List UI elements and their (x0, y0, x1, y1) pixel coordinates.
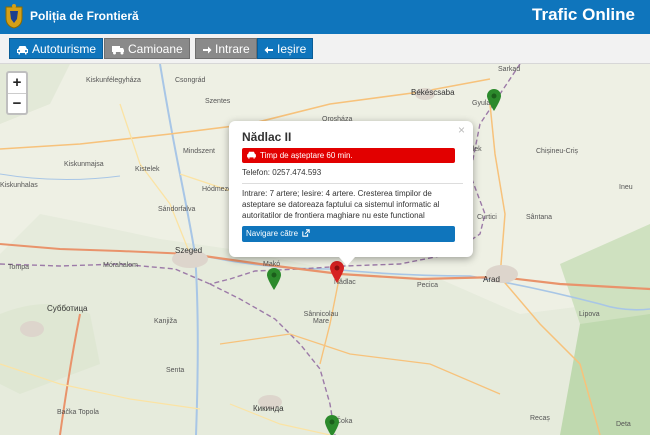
cars-label: Autoturisme (32, 42, 97, 56)
popup-pointer (339, 257, 355, 266)
place-label: Makó (263, 261, 281, 268)
exit-button[interactable]: Ieșire (257, 38, 314, 59)
app-title: Trafic Online (532, 5, 635, 24)
info-popup: × Nădlac II Timp de așteptare 60 min. Te… (229, 121, 473, 257)
car-icon (17, 46, 28, 55)
place-label: Recaș (530, 415, 550, 422)
place-label: Sarkad (498, 66, 521, 73)
place-label: Deta (616, 421, 631, 428)
border-crossing-marker-gyula[interactable] (487, 89, 501, 111)
place-label: Szeged (175, 246, 203, 255)
place-label: Sântana (526, 214, 553, 221)
phone-number: Telefon: 0257.474.593 (242, 168, 322, 177)
place-label: Békéscsaba (411, 88, 455, 97)
navigate-button[interactable]: Navigare către (242, 226, 455, 242)
app-header: Poliția de Frontieră Trafic Online (0, 0, 650, 34)
place-label: Kiskunhalas (0, 182, 38, 189)
car-icon (247, 151, 256, 159)
cars-button[interactable]: Autoturisme (9, 38, 104, 59)
place-label: Pecica (417, 282, 439, 289)
place-label: Csongrád (175, 77, 206, 84)
place-label: Кикинда (253, 404, 284, 413)
trucks-label: Camioane (128, 42, 183, 56)
place-label: Lipova (579, 311, 600, 318)
popup-close-button[interactable]: × (458, 123, 465, 137)
place-label: Arad (483, 275, 500, 284)
brand-name[interactable]: Poliția de Frontieră (30, 9, 139, 23)
place-label: Субботица (47, 304, 88, 313)
arrow-right-icon (203, 46, 212, 54)
place-label: Curtici (477, 214, 497, 221)
arrow-left-icon (264, 46, 273, 54)
place-label: Kanjiža (154, 318, 177, 325)
trucks-button[interactable]: Camioane (104, 38, 190, 59)
truck-icon (112, 46, 124, 55)
popup-title: Nădlac II (242, 130, 292, 144)
place-label: Senta (166, 367, 185, 374)
place-label: Chișineu-Criș (536, 148, 579, 155)
place-label: Mindszent (183, 148, 215, 155)
zoom-control: + − (6, 71, 28, 115)
toolbar: Autoturisme Camioane Intrare Ieșire (0, 34, 650, 64)
border-crossing-marker-south[interactable] (325, 415, 339, 435)
exit-label: Ieșire (277, 42, 307, 56)
popup-divider (242, 183, 463, 184)
zoom-in-button[interactable]: + (8, 73, 26, 93)
place-label: Kistelek (135, 166, 160, 173)
wait-time-text: Timp de așteptare 60 min. (260, 151, 353, 160)
place-label: Sándorfalva (158, 206, 196, 213)
lane-info-text: Intrare: 7 artere; Iesire: 4 artere. Cre… (242, 189, 440, 220)
place-label: Sânnicolau Mare (303, 311, 339, 325)
place-label: Tompa (8, 264, 30, 271)
coat-of-arms-icon (5, 4, 23, 29)
entry-label: Intrare (215, 42, 250, 56)
place-label: Szentes (205, 98, 231, 105)
zoom-out-button[interactable]: − (8, 93, 26, 113)
wait-time-badge: Timp de așteptare 60 min. (242, 148, 455, 163)
place-label: Ineu (619, 184, 633, 191)
external-link-icon (302, 229, 310, 237)
place-label: Kiskunmajsa (64, 161, 104, 168)
border-crossing-marker-mako[interactable] (267, 268, 281, 290)
place-label: Kiskunfélegyháza (86, 77, 141, 84)
navigate-label: Navigare către (246, 229, 299, 238)
entry-button[interactable]: Intrare (195, 38, 257, 59)
place-label: Mórahalom (103, 262, 139, 269)
map-view[interactable]: Kiskunfélegyháza Csongrád Szentes Oroshá… (0, 64, 650, 435)
place-label: Bačka Topola (57, 409, 99, 416)
